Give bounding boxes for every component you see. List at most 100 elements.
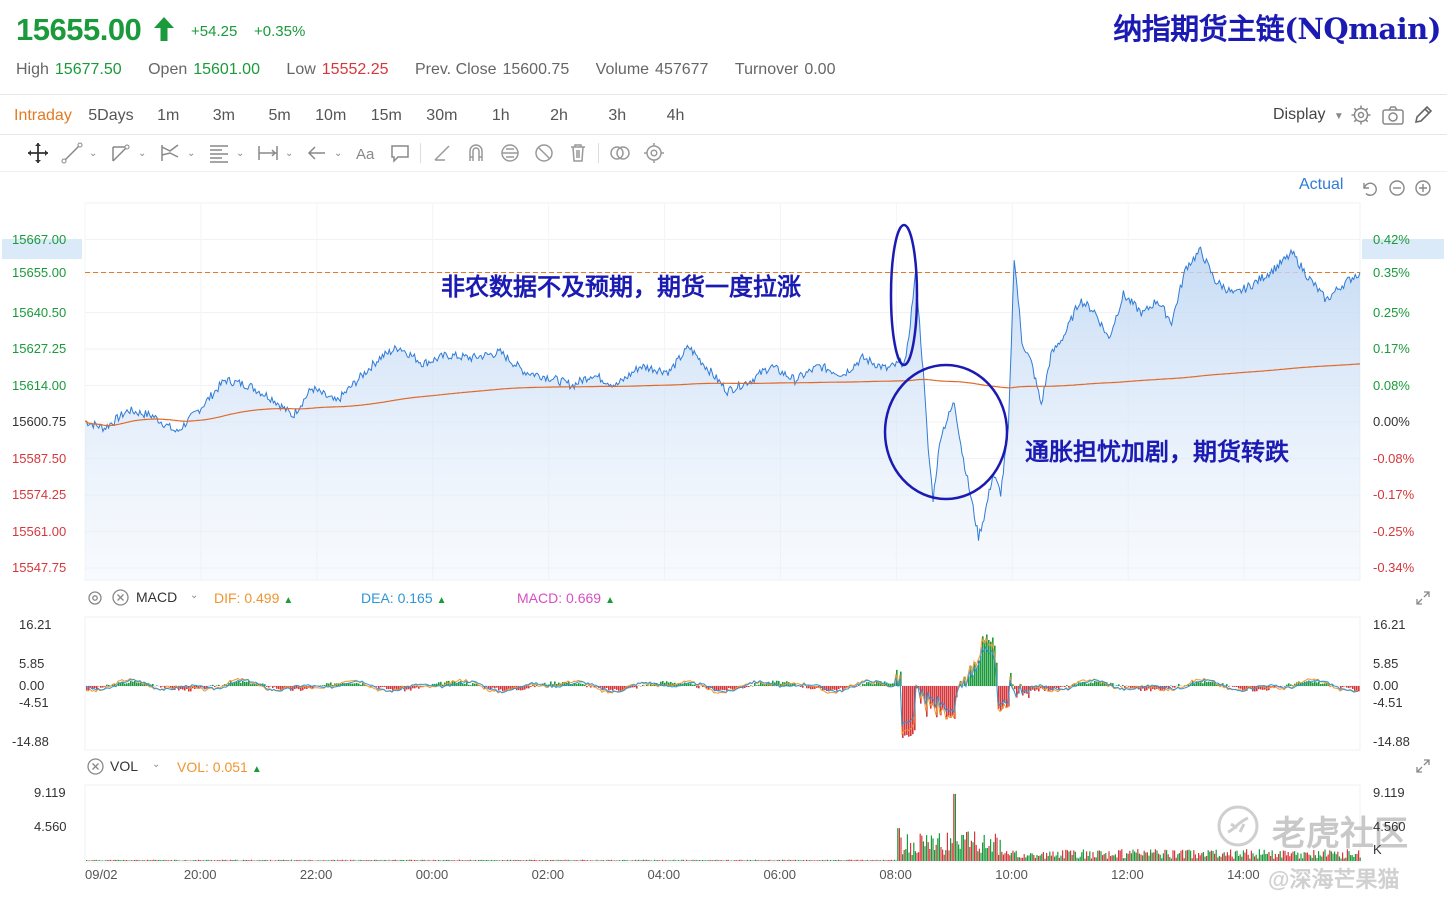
volume-bar	[756, 860, 758, 861]
volume-bar	[1084, 858, 1086, 861]
macd-axis-label: 5.85	[1373, 655, 1399, 671]
volume-bar	[358, 860, 360, 861]
volume-bar	[740, 859, 742, 861]
macd-indicator-name: MACD	[136, 589, 178, 605]
volume-bar	[258, 860, 260, 861]
volume-bar	[1239, 854, 1241, 861]
macd-dif-readout: DIF: 0.499 ▲	[214, 590, 294, 606]
volume-bar	[674, 860, 676, 861]
volume-bar	[422, 859, 424, 861]
volume-bar	[282, 859, 284, 861]
volume-bar	[351, 860, 353, 861]
volume-bar	[206, 859, 208, 861]
volume-bar	[1129, 850, 1131, 861]
volume-bar	[668, 860, 670, 861]
volume-bar	[868, 860, 870, 861]
gear-icon[interactable]	[86, 589, 104, 607]
volume-bar	[830, 859, 832, 861]
macd-axis-label: 16.21	[1373, 617, 1406, 632]
volume-bar	[236, 859, 238, 861]
volume-bar	[1257, 858, 1259, 861]
macd-bar	[138, 682, 140, 687]
volume-bar	[852, 860, 854, 861]
volume-bar	[921, 835, 923, 861]
volume-bar	[220, 860, 222, 861]
macd-bar	[582, 683, 584, 687]
volume-bar	[148, 860, 150, 861]
volume-bar	[394, 859, 396, 861]
macd-bar	[388, 686, 390, 690]
volume-bar	[1110, 856, 1112, 861]
volume-bar	[828, 860, 830, 861]
chevron-down-icon[interactable]: ⌄	[190, 590, 198, 601]
volume-bar	[550, 859, 552, 861]
macd-bar	[358, 683, 360, 687]
volume-bar	[308, 859, 310, 861]
volume-bar	[1158, 853, 1160, 861]
close-icon[interactable]	[111, 588, 130, 607]
volume-bar	[895, 860, 897, 861]
volume-bar	[724, 860, 726, 861]
macd-bar	[946, 686, 948, 720]
volume-bar	[1146, 852, 1148, 861]
volume-bar	[825, 860, 827, 861]
volume-bar	[961, 834, 963, 861]
price-axis-label: 15667.00	[12, 231, 67, 247]
volume-bar	[926, 835, 928, 861]
volume-bar	[762, 860, 764, 861]
volume-bar	[913, 842, 915, 861]
expand-icon[interactable]	[1414, 757, 1432, 775]
volume-bar	[586, 860, 588, 861]
macd-bar	[1324, 683, 1326, 687]
volume-bar	[406, 859, 408, 861]
volume-bar	[774, 860, 776, 861]
macd-bar	[382, 686, 384, 687]
volume-bar	[1153, 852, 1155, 861]
chevron-down-icon[interactable]: ⌄	[152, 759, 160, 770]
macd-bar	[836, 686, 838, 691]
volume-bar	[1132, 849, 1134, 861]
volume-bar	[396, 860, 398, 861]
volume-bar	[766, 860, 768, 861]
volume-bar	[737, 860, 739, 861]
macd-bar	[1014, 686, 1016, 690]
volume-bar	[1050, 855, 1052, 861]
macd-bar	[982, 636, 984, 687]
volume-bar	[1094, 857, 1096, 861]
volume-bar	[130, 860, 132, 861]
volume-bar	[490, 859, 492, 861]
volume-bar	[359, 859, 361, 861]
macd-bar	[1358, 686, 1360, 692]
macd-bar	[1354, 686, 1356, 692]
volume-bar	[529, 859, 531, 861]
volume-bar	[969, 847, 971, 861]
expand-icon[interactable]	[1414, 589, 1432, 607]
volume-bar	[879, 860, 881, 861]
close-icon[interactable]	[86, 757, 105, 776]
volume-bar	[697, 860, 699, 861]
macd-bar	[1024, 686, 1026, 694]
volume-bar	[932, 838, 934, 861]
volume-bar	[998, 854, 1000, 861]
volume-bar	[1038, 856, 1040, 861]
volume-bar	[897, 828, 899, 861]
volume-bar	[982, 842, 984, 861]
macd-bar	[134, 681, 136, 687]
macd-bar	[472, 683, 474, 687]
macd-bar	[610, 686, 612, 690]
volume-bar	[758, 860, 760, 861]
volume-bar	[1111, 855, 1113, 861]
macd-bar	[584, 684, 586, 687]
volume-bar	[318, 860, 320, 861]
volume-bar	[350, 859, 352, 861]
volume-bar	[1105, 853, 1107, 861]
macd-bar	[352, 683, 354, 687]
volume-bar	[1143, 850, 1145, 861]
volume-bar	[321, 860, 323, 861]
volume-bar	[1273, 858, 1275, 861]
macd-bar	[750, 685, 752, 687]
volume-bar	[290, 859, 292, 861]
volume-bar	[201, 860, 203, 861]
macd-bar	[1356, 686, 1358, 691]
macd-bar	[932, 686, 934, 706]
